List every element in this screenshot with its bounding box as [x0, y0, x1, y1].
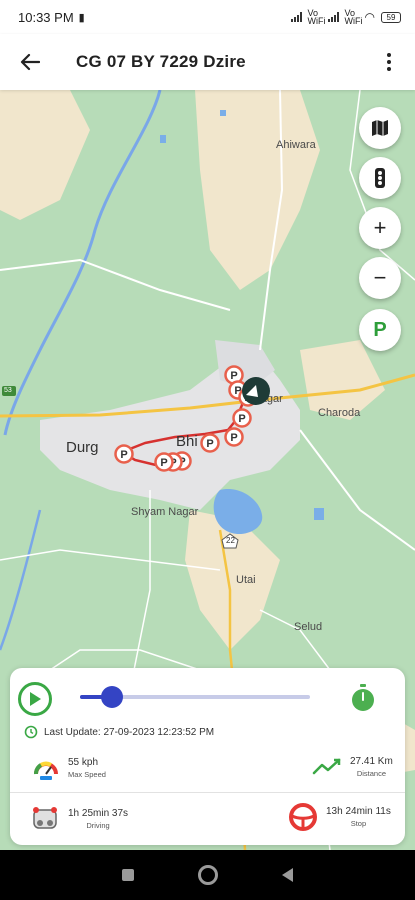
- back-nav-icon[interactable]: [282, 868, 293, 882]
- map-icon: [372, 120, 388, 136]
- driving-car-icon: [33, 807, 57, 829]
- signal-icon: [290, 12, 302, 22]
- traffic-button[interactable]: [359, 157, 401, 199]
- svg-text:P: P: [238, 413, 245, 425]
- network-label-1: Vo WiFi: [307, 8, 326, 26]
- network-label-2: Vo WiFi: [344, 8, 363, 26]
- parking-icon: P: [373, 318, 387, 341]
- page-title: CG 07 BY 7229 Dzire: [76, 52, 246, 71]
- svg-text:P: P: [120, 449, 127, 461]
- last-update-text: Last Update: 27-09-2023 12:23:52 PM: [44, 726, 215, 738]
- map-label-utai: Utai: [236, 574, 256, 586]
- parking-pin[interactable]: P: [224, 427, 244, 447]
- speedometer-icon: [34, 761, 58, 780]
- plus-icon: +: [373, 215, 387, 240]
- distance-label: Distance: [356, 769, 386, 778]
- parking-pin[interactable]: P: [232, 408, 252, 428]
- stop-label: Stop: [350, 819, 367, 828]
- vehicle-marker-icon[interactable]: [240, 375, 272, 411]
- last-update: Last Update: 27-09-2023 12:23:52 PM: [24, 725, 214, 739]
- traffic-light-icon: [375, 168, 385, 188]
- status-time: 10:33 PM: [18, 9, 74, 25]
- parking-pin[interactable]: P: [114, 444, 134, 464]
- parking-toggle-button[interactable]: P: [359, 309, 401, 351]
- map-label-ahiwara: Ahiwara: [276, 139, 316, 151]
- distance-stat: 27.41 Km Distance: [312, 756, 393, 778]
- parking-pin[interactable]: P: [154, 452, 174, 472]
- map-label-selud: Selud: [294, 621, 323, 633]
- status-bar: 10:33 PM ▮ Vo WiFi Vo WiFi ◠ 59: [0, 0, 415, 34]
- arrow-left-icon: [20, 53, 40, 71]
- map-label-bhilai: Bhi: [176, 433, 198, 450]
- max-speed-label: Max Speed: [68, 770, 106, 779]
- svg-text:P: P: [206, 438, 213, 450]
- play-button[interactable]: [18, 682, 52, 716]
- driving-value: 1h 25min 37s: [68, 808, 129, 819]
- minus-icon: −: [373, 265, 387, 290]
- home-icon[interactable]: [198, 865, 218, 885]
- stop-value: 13h 24min 11s: [326, 806, 391, 817]
- back-button[interactable]: [14, 46, 46, 78]
- clock-refresh-icon: [24, 725, 38, 739]
- playback-card: Last Update: 27-09-2023 12:23:52 PM 55 k…: [10, 668, 405, 845]
- driving-label: Driving: [86, 821, 110, 830]
- screen: 10:33 PM ▮ Vo WiFi Vo WiFi ◠ 59 CG 07 BY…: [0, 0, 415, 900]
- parking-pin[interactable]: P: [200, 433, 220, 453]
- svg-text:P: P: [230, 432, 237, 444]
- play-icon: [30, 692, 41, 706]
- driving-stat: 1h 25min 37s Driving: [30, 804, 128, 834]
- steering-wheel-icon: [289, 803, 317, 831]
- playback-slider[interactable]: [80, 686, 310, 708]
- recents-icon[interactable]: [122, 869, 134, 881]
- map-label-shyam-nagar: Shyam Nagar: [131, 506, 199, 518]
- signal-icon-2: [327, 12, 339, 22]
- map-label-durg: Durg: [66, 439, 99, 456]
- stopwatch-icon[interactable]: [350, 684, 376, 712]
- max-speed-value: 55 kph: [68, 757, 99, 768]
- card-divider: [10, 792, 405, 793]
- zoom-out-button[interactable]: −: [359, 257, 401, 299]
- more-menu-button[interactable]: [377, 46, 401, 78]
- distance-value: 27.41 Km: [350, 756, 393, 767]
- map-label-charoda: Charoda: [318, 407, 361, 419]
- stop-stat: 13h 24min 11s Stop: [288, 802, 391, 832]
- system-nav-bar: [0, 850, 415, 900]
- notification-icon: ▮: [78, 11, 85, 24]
- map-label-route-53: 53: [4, 387, 12, 394]
- playback-slider-handle[interactable]: [101, 686, 124, 708]
- app-bar: CG 07 BY 7229 Dzire: [0, 34, 415, 90]
- map-type-button[interactable]: [359, 107, 401, 149]
- max-speed-stat: 55 kph Max Speed: [32, 754, 106, 782]
- trend-line-icon: [312, 758, 341, 775]
- svg-text:P: P: [160, 457, 167, 469]
- status-icons: Vo WiFi Vo WiFi ◠ 59: [290, 8, 401, 26]
- zoom-in-button[interactable]: +: [359, 207, 401, 249]
- battery-icon: 59: [381, 11, 401, 23]
- wifi-icon: ◠: [364, 10, 375, 24]
- map-label-route-22: 22: [226, 536, 235, 545]
